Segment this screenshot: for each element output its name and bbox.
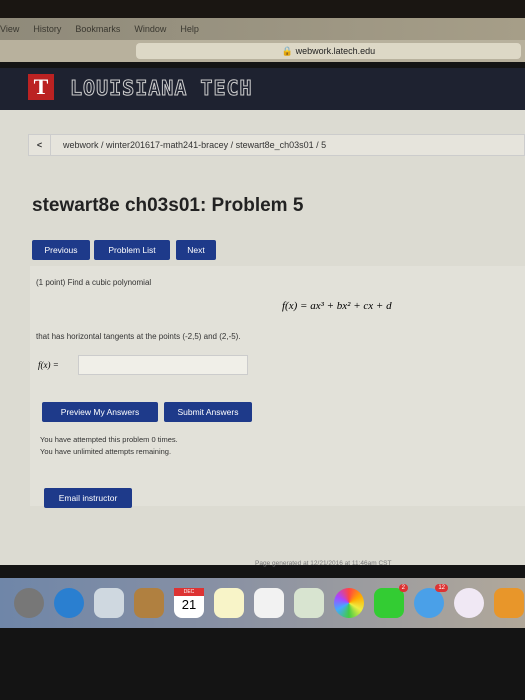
browser-toolbar: 🔒 webwork.latech.edu	[0, 40, 525, 62]
preview-answers-button[interactable]: Preview My Answers	[42, 402, 158, 422]
problem-intro: (1 point) Find a cubic polynomial	[36, 278, 152, 287]
page-content: < webwork / winter201617-math241-bracey /…	[0, 110, 525, 565]
footer-text: Page generated at 12/21/2016 at 11:46am …	[255, 560, 392, 567]
problem-box	[30, 266, 525, 506]
previous-button[interactable]: Previous	[32, 240, 90, 260]
problem-list-button[interactable]: Problem List	[94, 240, 170, 260]
site-banner: T LOUISIANA TECH	[0, 68, 525, 110]
photos-icon[interactable]	[334, 588, 364, 618]
problem-condition: that has horizontal tangents at the poin…	[36, 332, 241, 341]
menu-bookmarks[interactable]: Bookmarks	[75, 24, 120, 34]
answer-label: f(x) =	[38, 360, 59, 370]
submit-answers-button[interactable]: Submit Answers	[164, 402, 252, 422]
lock-icon: 🔒	[281, 46, 294, 56]
url-text: webwork.latech.edu	[295, 46, 376, 56]
formula: f(x) = ax³ + bx² + cx + d	[282, 300, 392, 312]
contacts-icon[interactable]	[134, 588, 164, 618]
launchpad-icon[interactable]	[14, 588, 44, 618]
notes-icon[interactable]	[214, 588, 244, 618]
preview-icon[interactable]	[94, 588, 124, 618]
breadcrumb: < webwork / winter201617-math241-bracey /…	[28, 134, 525, 156]
safari-icon[interactable]	[54, 588, 84, 618]
messages-icon[interactable]: 12	[414, 584, 448, 618]
page-title: stewart8e ch03s01: Problem 5	[32, 195, 304, 216]
attempts-text: You have attempted this problem 0 times.	[40, 435, 178, 444]
facetime-badge: 2	[398, 584, 408, 592]
maps-icon[interactable]	[294, 588, 324, 618]
menu-history[interactable]: History	[33, 24, 61, 34]
breadcrumb-path[interactable]: webwork / winter201617-math241-bracey / …	[63, 140, 326, 150]
address-bar[interactable]: 🔒 webwork.latech.edu	[136, 43, 521, 59]
reminders-icon[interactable]	[254, 588, 284, 618]
facetime-icon[interactable]: 2	[374, 584, 408, 618]
menu-help[interactable]: Help	[180, 24, 199, 34]
answer-input[interactable]	[78, 355, 248, 375]
messages-badge: 12	[435, 584, 448, 592]
back-button[interactable]: <	[29, 135, 51, 155]
calendar-icon[interactable]: DEC 21	[174, 588, 204, 618]
dock: DEC 21 2 12	[0, 578, 525, 628]
next-button[interactable]: Next	[176, 240, 216, 260]
itunes-icon[interactable]	[454, 588, 484, 618]
ibooks-icon[interactable]	[494, 588, 524, 618]
remaining-text: You have unlimited attempts remaining.	[40, 447, 172, 456]
menu-bar: View History Bookmarks Window Help	[0, 18, 525, 40]
menu-view[interactable]: View	[0, 24, 19, 34]
bezel	[0, 0, 525, 18]
calendar-month: DEC	[174, 588, 204, 596]
menu-window[interactable]: Window	[134, 24, 166, 34]
banner-title: LOUISIANA TECH	[70, 76, 253, 101]
logo: T	[28, 74, 54, 100]
email-instructor-button[interactable]: Email instructor	[44, 488, 132, 508]
calendar-day: 21	[181, 597, 197, 612]
